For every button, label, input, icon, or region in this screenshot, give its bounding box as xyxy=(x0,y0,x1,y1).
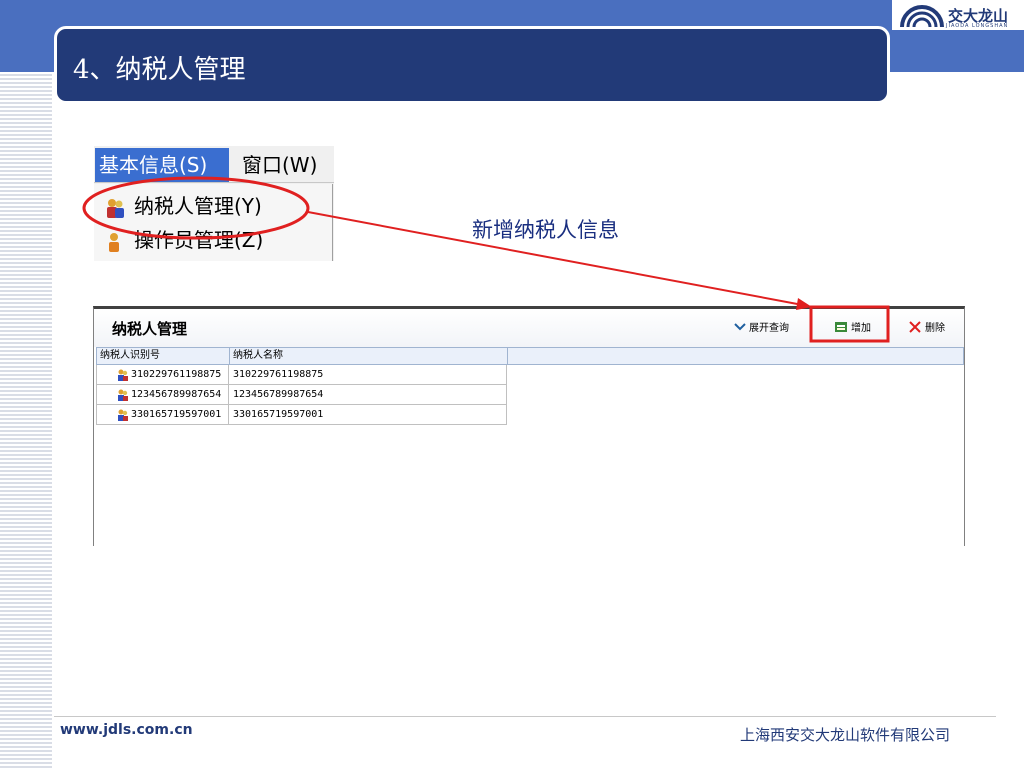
expand-query-label: 展开查询 xyxy=(749,323,789,334)
add-icon xyxy=(835,321,847,332)
left-stripes xyxy=(0,72,52,768)
table-row[interactable]: 330165719597001 330165719597001 xyxy=(96,405,964,425)
column-header-name[interactable]: 纳税人名称 xyxy=(230,348,508,364)
taxpayer-panel: 纳税人管理 展开查询 增加 删除 纳税人识别号 纳税人名称 3102297611 xyxy=(93,306,965,546)
taxpayer-table: 纳税人识别号 纳税人名称 310229761198875 31022976119… xyxy=(96,347,964,425)
annotation-label: 新增纳税人信息 xyxy=(472,218,619,242)
table-row[interactable]: 123456789987654 123456789987654 xyxy=(96,385,964,405)
table-header: 纳税人识别号 纳税人名称 xyxy=(96,347,964,365)
cell-id-text: 123456789987654 xyxy=(131,389,222,400)
users-icon xyxy=(107,198,124,218)
expand-query-button[interactable]: 展开查询 xyxy=(734,319,789,334)
panel-title: 纳税人管理 xyxy=(112,320,188,338)
menu-item-taxpayer-management[interactable]: 纳税人管理(Y) xyxy=(104,190,262,222)
company-logo: 交大龙山 JIAODA LONGSHAN xyxy=(898,3,1022,29)
menu-item-label: 操作员管理(Z) xyxy=(134,228,264,252)
logo-icon xyxy=(900,5,944,28)
users-icon xyxy=(118,369,128,381)
close-icon xyxy=(909,320,921,333)
menu-window[interactable]: 窗口(W) xyxy=(242,148,317,182)
column-header-id[interactable]: 纳税人识别号 xyxy=(97,348,230,364)
menu-item-label: 纳税人管理(Y) xyxy=(134,194,262,218)
menu-dropdown: 纳税人管理(Y) 操作员管理(Z) xyxy=(94,184,333,261)
footer-company: 上海西安交大龙山软件有限公司 xyxy=(740,726,951,744)
users-icon xyxy=(118,389,128,401)
menu-basic-info[interactable]: 基本信息(S) xyxy=(95,148,229,182)
menu-item-operator-management[interactable]: 操作员管理(Z) xyxy=(104,224,263,256)
cell-id: 330165719597001 xyxy=(96,405,229,425)
cell-name: 310229761198875 xyxy=(229,365,507,385)
footer-divider xyxy=(54,716,996,717)
user-icon xyxy=(109,232,119,252)
cell-name: 123456789987654 xyxy=(229,385,507,405)
delete-button[interactable]: 删除 xyxy=(908,319,945,334)
column-header-empty xyxy=(508,348,963,364)
cell-name: 330165719597001 xyxy=(229,405,507,425)
add-button[interactable]: 增加 xyxy=(834,319,871,334)
table-row[interactable]: 310229761198875 310229761198875 xyxy=(96,365,964,385)
cell-id: 123456789987654 xyxy=(96,385,229,405)
slide-title: 4、纳税人管理 xyxy=(73,55,246,85)
slide-title-box: 4、纳税人管理 xyxy=(54,26,890,104)
panel-header: 纳税人管理 展开查询 增加 删除 xyxy=(94,309,964,347)
cell-id: 310229761198875 xyxy=(96,365,229,385)
search-icon xyxy=(734,322,746,330)
add-label: 增加 xyxy=(851,323,871,334)
logo-subtitle: JIAODA LONGSHAN xyxy=(946,23,1009,29)
menu-screenshot: 基本信息(S) 窗口(W) 纳税人管理(Y) 操作员管理(Z) xyxy=(94,146,334,261)
cell-id-text: 310229761198875 xyxy=(131,369,222,380)
users-icon xyxy=(118,409,128,421)
delete-label: 删除 xyxy=(925,323,945,334)
cell-id-text: 330165719597001 xyxy=(131,409,222,420)
footer-url[interactable]: www.jdls.com.cn xyxy=(60,722,193,738)
menu-bar: 基本信息(S) 窗口(W) xyxy=(94,146,334,183)
